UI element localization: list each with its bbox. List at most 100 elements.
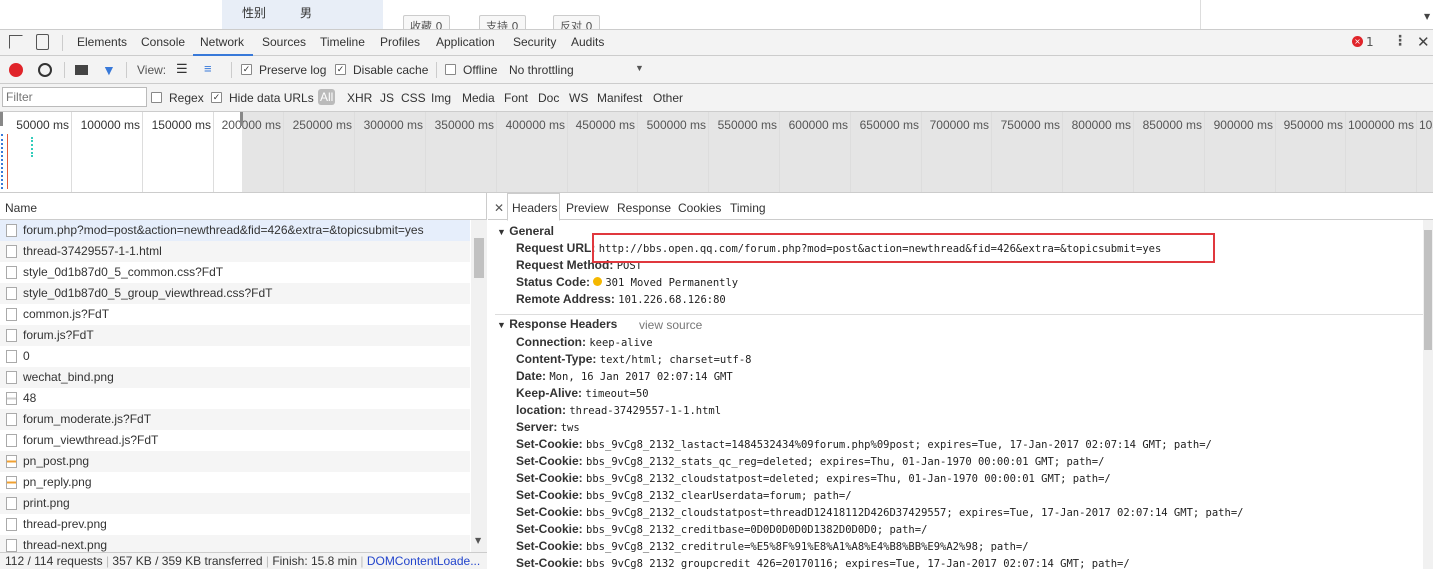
tab-console[interactable]: Console xyxy=(141,35,185,49)
header-row: Set-Cookie: bbs_9vCg8_2132_cloudstatpost… xyxy=(516,471,1111,485)
view-source-link[interactable]: view source xyxy=(639,318,702,332)
request-count: 112 / 114 requests xyxy=(5,554,103,568)
filter-type-other[interactable]: Other xyxy=(653,91,683,105)
oppose-button[interactable]: 反对 0 xyxy=(553,15,600,29)
response-headers-section-toggle[interactable]: ▼ Response Headers xyxy=(497,317,617,331)
section-divider xyxy=(495,314,1423,315)
request-row[interactable]: print.png xyxy=(0,493,470,514)
scroll-down-icon[interactable]: ▼ xyxy=(1424,12,1430,21)
filter-type-manifest[interactable]: Manifest xyxy=(597,91,642,105)
request-row[interactable]: forum.js?FdT xyxy=(0,325,470,346)
header-key: Request URL: xyxy=(516,241,596,255)
throttling-select[interactable]: No throttling xyxy=(509,63,574,77)
tab-network[interactable]: Network xyxy=(200,35,244,49)
error-count[interactable]: 1 xyxy=(1366,35,1374,49)
hide-data-urls-label: Hide data URLs xyxy=(229,91,314,105)
filter-type-js[interactable]: JS xyxy=(380,91,394,105)
preserve-log-checkbox[interactable]: ✓ xyxy=(241,64,252,75)
disable-cache-label: Disable cache xyxy=(353,63,429,77)
error-icon[interactable]: × xyxy=(1352,36,1363,47)
request-name: thread-37429557-1-1.html xyxy=(23,244,162,258)
header-row: Set-Cookie: bbs_9vCg8_2132_creditrule=%E… xyxy=(516,539,1029,553)
name-column-header[interactable]: Name xyxy=(0,193,486,220)
request-row[interactable]: thread-prev.png xyxy=(0,514,470,535)
file-icon xyxy=(6,518,17,531)
tab-sources[interactable]: Sources xyxy=(262,35,306,49)
scrollbar-thumb[interactable] xyxy=(474,238,484,278)
capture-screenshots-icon[interactable] xyxy=(75,65,88,75)
filter-type-ws[interactable]: WS xyxy=(569,91,588,105)
tab-timeline[interactable]: Timeline xyxy=(320,35,365,49)
device-mode-icon[interactable] xyxy=(36,34,49,50)
tick-label: 600000 ms xyxy=(788,118,848,132)
hide-data-urls-checkbox[interactable]: ✓ xyxy=(211,92,222,103)
request-row[interactable]: pn_post.png xyxy=(0,451,470,472)
tab-application[interactable]: Application xyxy=(436,35,495,49)
overview-left-handle[interactable] xyxy=(0,112,3,126)
header-value: bbs_9vCg8_2132_stats_qc_reg=deleted; exp… xyxy=(586,456,1105,468)
filter-type-css[interactable]: CSS xyxy=(401,91,426,105)
close-devtools-icon[interactable]: ✕ xyxy=(1417,33,1430,51)
request-row[interactable]: common.js?FdT xyxy=(0,304,470,325)
regex-checkbox[interactable] xyxy=(151,92,162,103)
support-button[interactable]: 支持 0 xyxy=(479,15,526,29)
header-row: Connection: keep-alive xyxy=(516,335,653,349)
tab-timing[interactable]: Timing xyxy=(730,201,766,215)
tab-headers[interactable]: Headers xyxy=(512,201,557,215)
request-row[interactable]: forum_viewthread.js?FdT xyxy=(0,430,470,451)
filter-type-doc[interactable]: Doc xyxy=(538,91,559,105)
request-row[interactable]: 0 xyxy=(0,346,470,367)
tab-profiles[interactable]: Profiles xyxy=(380,35,420,49)
general-section-toggle[interactable]: ▼ General xyxy=(497,224,554,238)
request-name: style_0d1b87d0_5_group_viewthread.css?Fd… xyxy=(23,286,273,300)
filter-type-media[interactable]: Media xyxy=(462,91,495,105)
favorite-button[interactable]: 收藏 0 xyxy=(403,15,450,29)
request-row[interactable]: thread-next.png xyxy=(0,535,470,552)
clear-icon[interactable] xyxy=(38,63,52,77)
detail-scrollbar-thumb[interactable] xyxy=(1424,230,1432,350)
filter-type-font[interactable]: Font xyxy=(504,91,528,105)
close-detail-icon[interactable]: ✕ xyxy=(494,201,504,215)
inspect-element-icon[interactable] xyxy=(9,35,23,49)
large-rows-icon[interactable]: ☰ xyxy=(176,61,188,77)
request-row[interactable]: style_0d1b87d0_5_common.css?FdT xyxy=(0,262,470,283)
file-icon xyxy=(6,308,17,321)
tab-audits[interactable]: Audits xyxy=(571,35,604,49)
filter-type-img[interactable]: Img xyxy=(431,91,451,105)
more-options-icon[interactable]: ⋮ xyxy=(1393,33,1407,49)
request-row[interactable]: forum_moderate.js?FdT xyxy=(0,409,470,430)
disable-cache-checkbox[interactable]: ✓ xyxy=(335,64,346,75)
tick-label: 550000 ms xyxy=(717,118,777,132)
tab-elements[interactable]: Elements xyxy=(77,35,127,49)
scroll-down-arrow-icon[interactable]: ▼ xyxy=(475,536,481,545)
filter-icon[interactable]: ▼ xyxy=(102,62,116,78)
tab-response[interactable]: Response xyxy=(617,201,671,215)
tick-label: 1000000 ms xyxy=(1347,118,1414,132)
header-key: Set-Cookie: xyxy=(516,539,583,553)
file-icon xyxy=(6,371,17,384)
file-icon xyxy=(6,224,17,237)
request-row[interactable]: forum.php?mod=post&action=newthread&fid=… xyxy=(0,220,470,241)
header-value: bbs_9vCg8_2132_clearUserdata=forum; path… xyxy=(586,490,852,502)
header-row: Server: tws xyxy=(516,420,580,434)
timeline-overview[interactable]: 50000 ms 100000 ms 150000 ms 200000 ms 25000… xyxy=(0,112,1433,193)
filter-type-all[interactable]: All xyxy=(318,89,336,105)
offline-checkbox[interactable] xyxy=(445,64,456,75)
show-overview-icon[interactable]: ≡ xyxy=(204,61,212,76)
filter-type-xhr[interactable]: XHR xyxy=(347,91,372,105)
overview-right-handle[interactable] xyxy=(240,112,243,126)
header-value: thread-37429557-1-1.html xyxy=(569,405,722,417)
throttling-dropdown-icon[interactable]: ▼ xyxy=(635,63,644,73)
request-row[interactable]: pn_reply.png xyxy=(0,472,470,493)
filter-input[interactable] xyxy=(2,87,147,107)
request-row[interactable]: 48 xyxy=(0,388,470,409)
tab-preview[interactable]: Preview xyxy=(566,201,609,215)
tab-cookies[interactable]: Cookies xyxy=(678,201,721,215)
tick-label: 350000 ms xyxy=(434,118,494,132)
request-name: forum.php?mod=post&action=newthread&fid=… xyxy=(23,223,424,237)
request-row[interactable]: style_0d1b87d0_5_group_viewthread.css?Fd… xyxy=(0,283,470,304)
request-row[interactable]: wechat_bind.png xyxy=(0,367,470,388)
request-row[interactable]: thread-37429557-1-1.html xyxy=(0,241,470,262)
tab-security[interactable]: Security xyxy=(513,35,556,49)
record-button[interactable] xyxy=(9,63,23,77)
